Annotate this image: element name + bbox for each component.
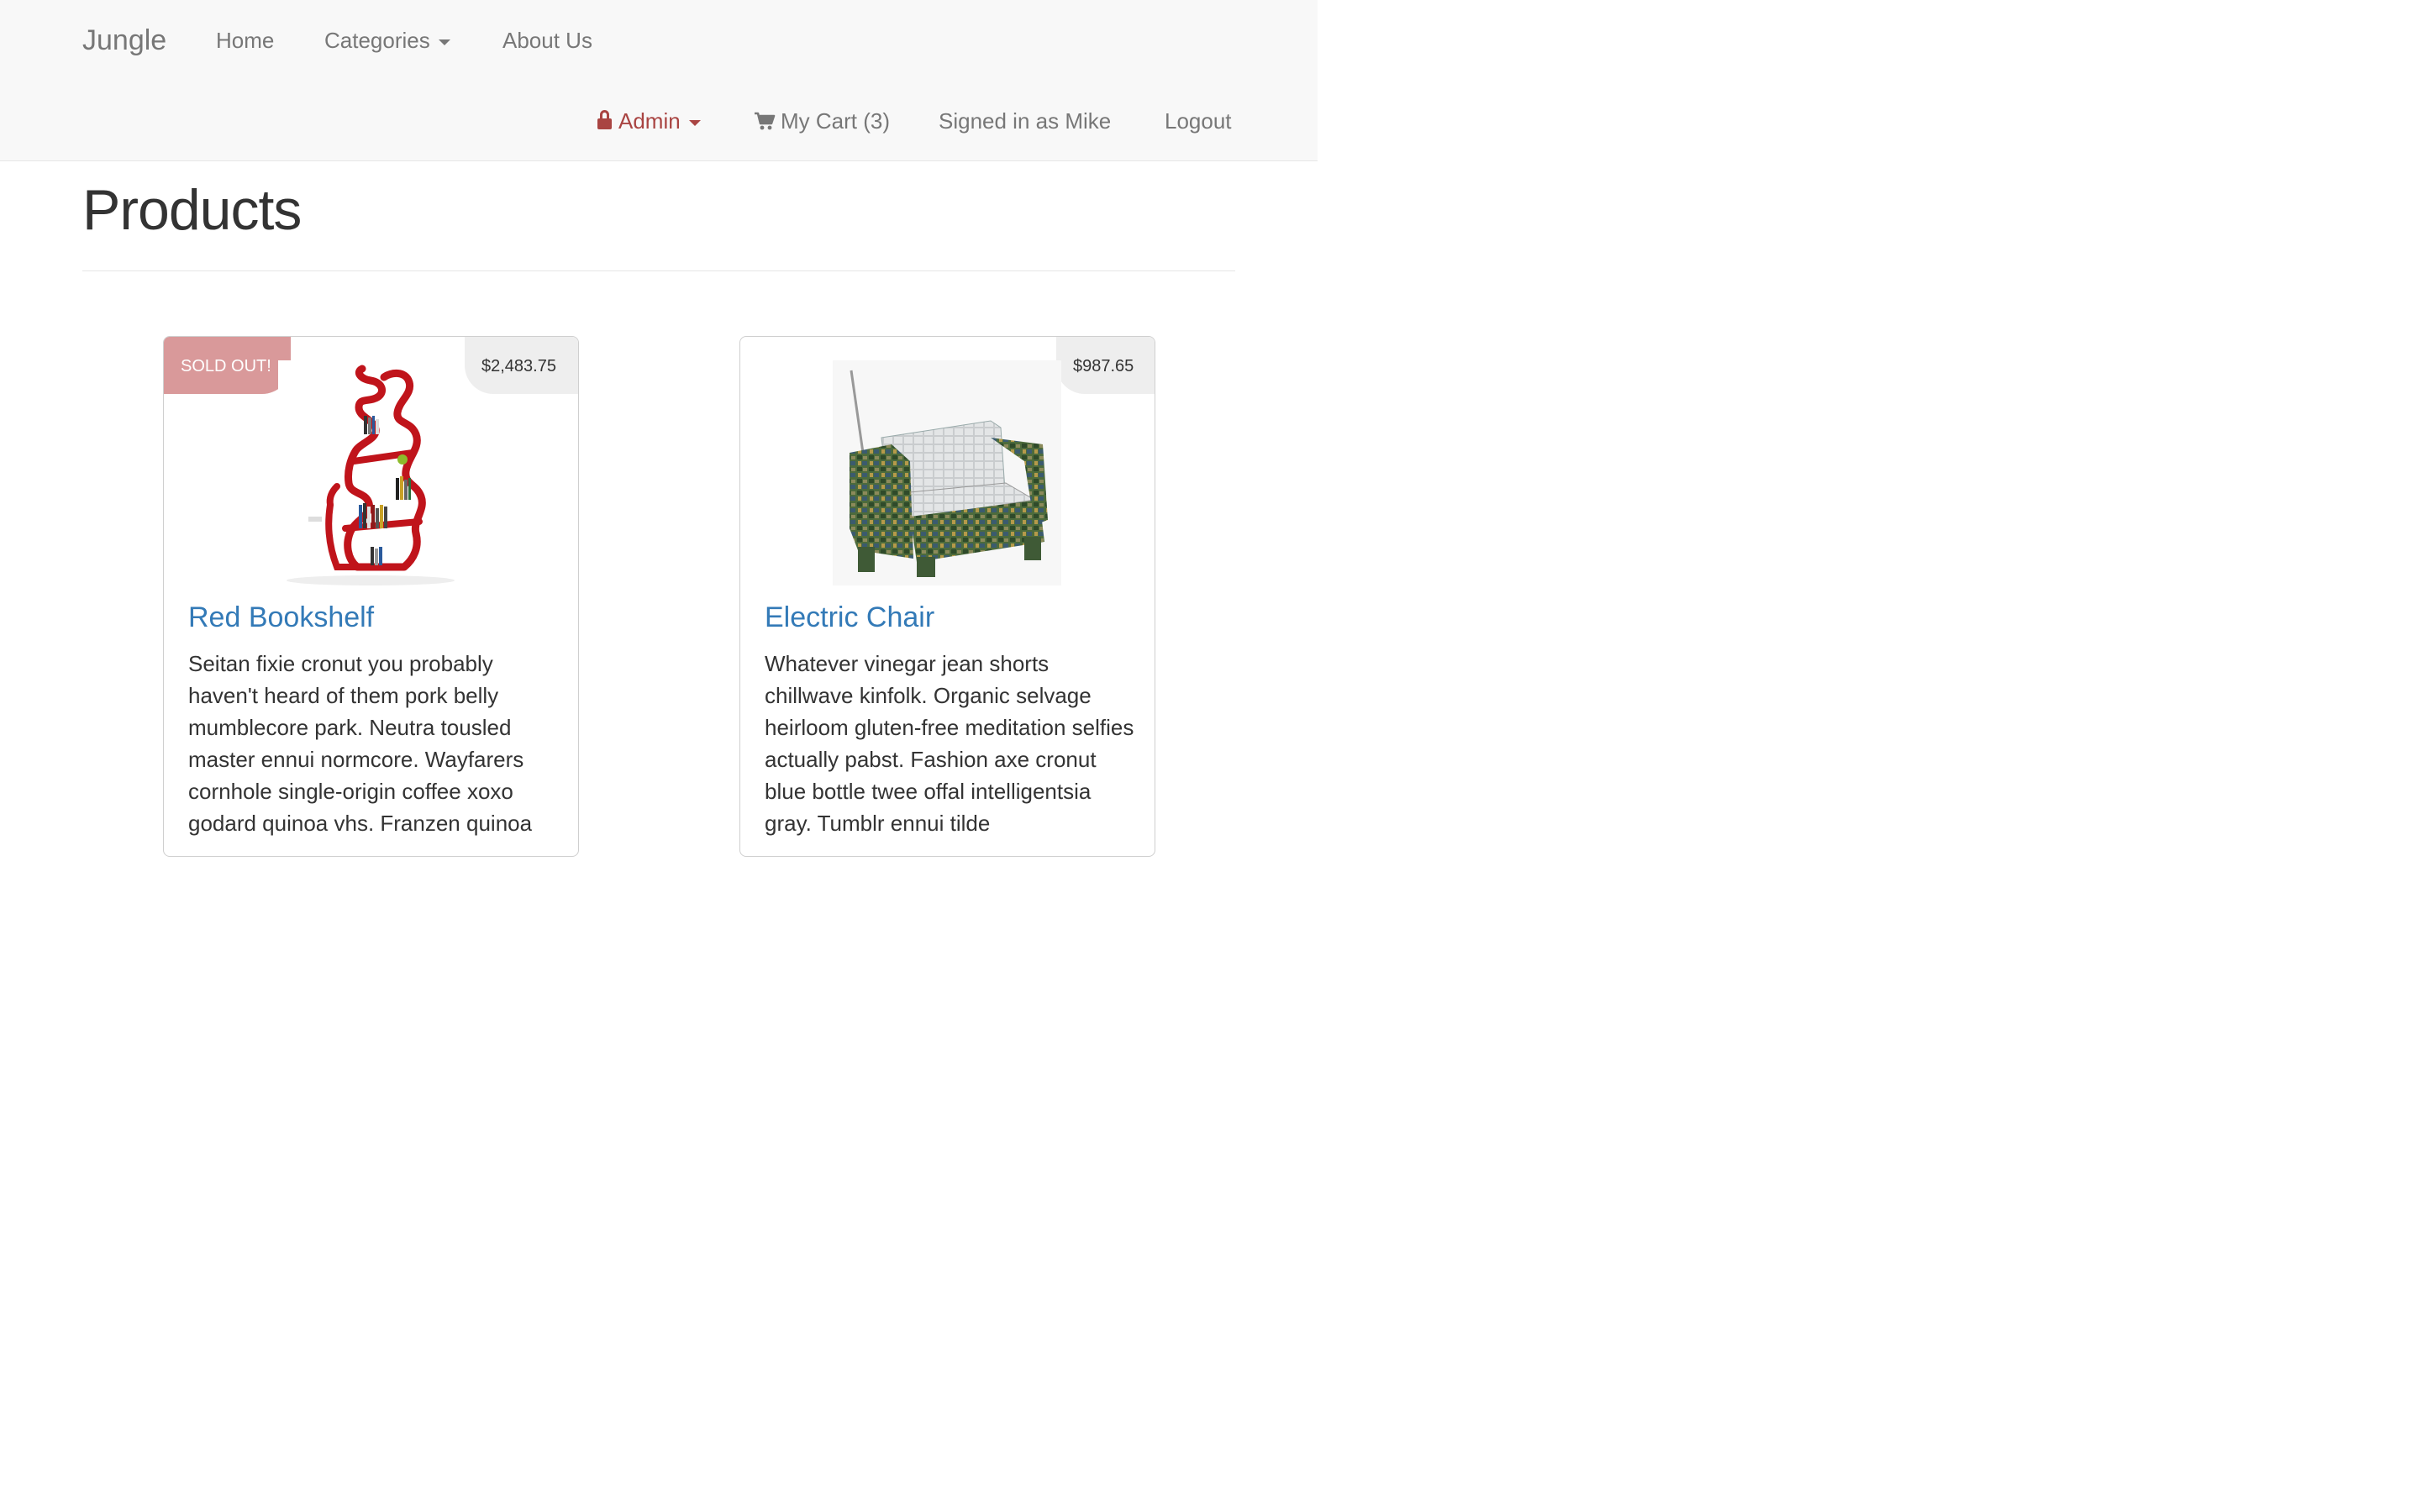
- product-description: Seitan fixie cronut you probably haven't…: [188, 651, 533, 836]
- nav-home-label: Home: [216, 28, 275, 53]
- nav-home[interactable]: Home: [216, 26, 274, 55]
- nav-admin-dropdown[interactable]: Admin: [597, 107, 701, 135]
- product-description: Whatever vinegar jean shorts chillwave k…: [765, 651, 1134, 836]
- nav-logout-label: Logout: [1165, 108, 1232, 134]
- product-card: SOLD OUT! $2,483.75 Red Bookshelf Seitan…: [163, 336, 579, 857]
- nav-logout[interactable]: Logout: [1165, 107, 1232, 135]
- product-name-link[interactable]: Red Bookshelf: [188, 599, 374, 636]
- electric-chair-image[interactable]: [833, 360, 1061, 585]
- nav-signed-in-label: Signed in as Mike: [939, 108, 1112, 134]
- nav-about[interactable]: About Us: [502, 26, 592, 55]
- brand-logo[interactable]: Jungle: [82, 22, 166, 59]
- red-bookshelf-image[interactable]: [278, 360, 465, 585]
- nav-cart[interactable]: My Cart (3): [754, 107, 890, 135]
- top-navbar: Jungle Home Categories About Us Admin My…: [0, 0, 1318, 161]
- sold-out-badge: SOLD OUT!: [164, 337, 291, 394]
- product-name-link[interactable]: Electric Chair: [765, 599, 934, 636]
- product-card: $987.65 Electric Chair Whatever vinegar …: [739, 336, 1155, 857]
- shopping-cart-icon: [755, 112, 776, 130]
- caret-down-icon: [688, 119, 701, 126]
- lock-icon: [597, 110, 612, 130]
- header-divider: [82, 270, 1235, 271]
- price-tag: $987.65: [1056, 337, 1155, 394]
- nav-cart-label: My Cart (3): [781, 108, 890, 134]
- nav-about-label: About Us: [502, 28, 592, 53]
- nav-categories-dropdown[interactable]: Categories: [324, 26, 450, 55]
- nav-categories-label: Categories: [324, 28, 430, 53]
- page-title: Products: [82, 178, 302, 242]
- nav-signed-in-user[interactable]: Signed in as Mike: [939, 107, 1111, 135]
- price-tag: $2,483.75: [465, 337, 578, 394]
- caret-down-icon: [438, 39, 450, 45]
- nav-admin-label: Admin: [618, 108, 681, 134]
